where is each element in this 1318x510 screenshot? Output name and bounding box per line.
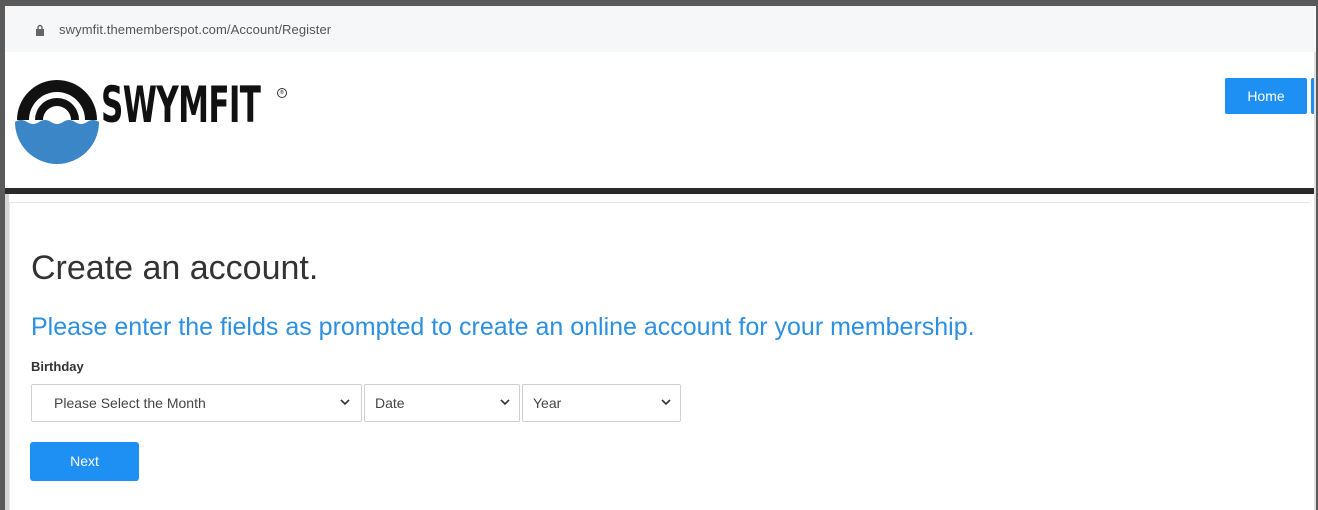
url-text[interactable]: swymfit.thememberspot.com/Account/Regist… xyxy=(59,22,331,37)
lock-icon xyxy=(36,24,44,36)
chevron-down-icon xyxy=(340,399,350,406)
brand-wordmark: SWYMFIT xyxy=(101,76,261,134)
browser-window: swymfit.thememberspot.com/Account/Regist… xyxy=(5,6,1316,510)
site-header: SWYMFIT ® Home xyxy=(5,52,1316,188)
swymfit-logo-icon xyxy=(15,80,99,164)
birthday-label: Birthday xyxy=(31,359,84,374)
page-title: Create an account. xyxy=(31,249,319,287)
address-bar[interactable]: swymfit.thememberspot.com/Account/Regist… xyxy=(5,6,1316,53)
month-select[interactable]: Please Select the Month xyxy=(31,384,362,422)
chevron-down-icon xyxy=(500,399,510,406)
chevron-down-icon xyxy=(661,399,671,406)
trademark-mark: ® xyxy=(277,88,287,98)
next-button[interactable]: Next xyxy=(30,442,139,481)
form-instructions: Please enter the fields as prompted to c… xyxy=(31,313,975,341)
year-select[interactable]: Year xyxy=(522,384,681,422)
year-select-value: Year xyxy=(533,395,562,411)
month-select-value: Please Select the Month xyxy=(54,395,206,411)
home-button[interactable]: Home xyxy=(1225,78,1307,114)
date-select[interactable]: Date xyxy=(364,384,520,422)
header-divider xyxy=(5,188,1316,194)
register-form: Create an account. Please enter the fiel… xyxy=(9,202,1310,510)
date-select-value: Date xyxy=(375,395,405,411)
right-border xyxy=(1314,52,1316,510)
